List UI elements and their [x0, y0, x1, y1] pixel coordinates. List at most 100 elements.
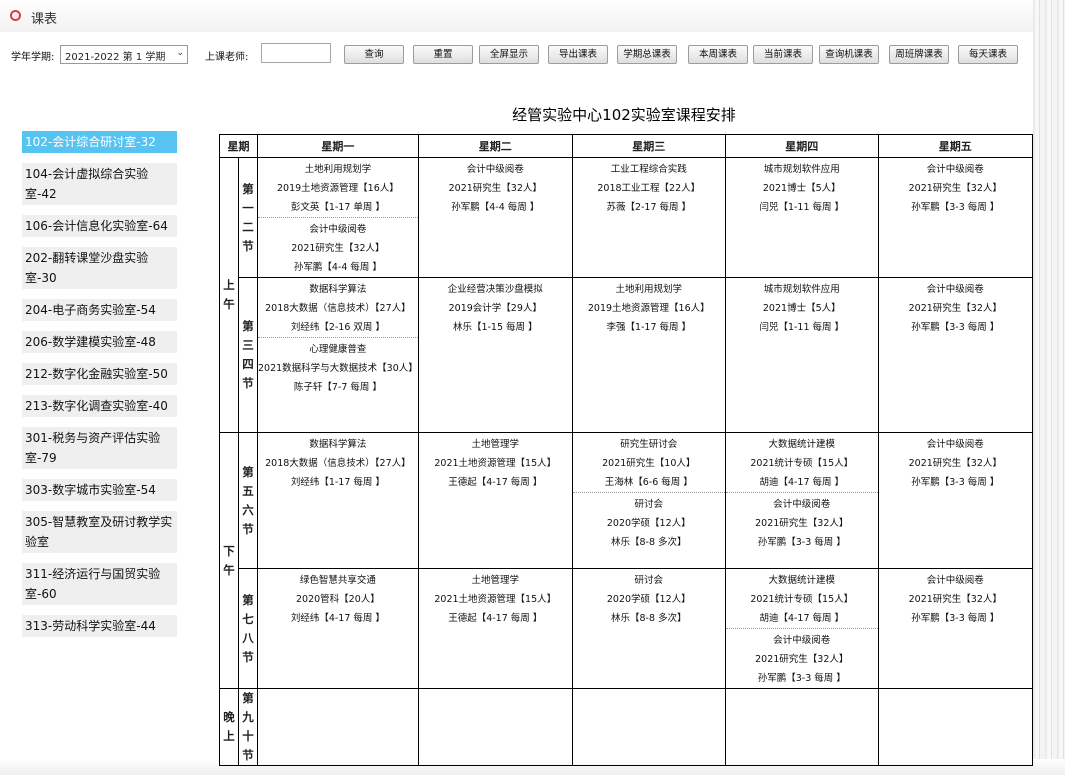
schedule-cell[interactable]: 企业经营决策沙盘模拟 2019会计学【29人】 林乐【1-15 每周 】 — [417, 277, 573, 433]
course-entry[interactable]: 会计中级阅卷 2021研究生【32人】 孙军鹏【4-4 每周 】 — [419, 158, 572, 217]
schedule-cell[interactable]: 土地利用规划学 2019土地资源管理【16人】 彭文英【1-17 单周 】会计中级阅… — [257, 157, 419, 278]
course-line: 孙军鹏【3-3 每周 】 — [911, 322, 1000, 333]
reset-button[interactable]: 重置 — [413, 45, 473, 64]
course-line: 2021统计专硕【15人】 — [750, 458, 854, 469]
course-line: 2021研究生【32人】 — [908, 303, 1002, 314]
sidebar-item-room[interactable]: 104-会计虚拟综合实验室-42 — [22, 163, 177, 205]
course-entry[interactable]: 研究生研讨会 2021研究生【10人】 王海林【6-6 每周 】 — [573, 433, 725, 492]
kiosk-schedule-button[interactable]: 查询机课表 — [819, 45, 879, 64]
schedule-cell[interactable] — [877, 688, 1033, 766]
export-schedule-button[interactable]: 导出课表 — [548, 45, 608, 64]
daily-schedule-button[interactable]: 每天课表 — [958, 45, 1018, 64]
query-button[interactable]: 查询 — [344, 45, 404, 64]
course-entry[interactable]: 土地利用规划学 2019土地资源管理【16人】 李强【1-17 每周 】 — [573, 278, 725, 337]
course-line: 土地管理学 — [471, 575, 520, 586]
week-schedule-button[interactable]: 本周课表 — [688, 45, 748, 64]
course-line: 数据科学算法 — [309, 284, 367, 295]
term-schedule-button[interactable]: 学期总课表 — [617, 45, 677, 64]
course-entry[interactable]: 企业经营决策沙盘模拟 2019会计学【29人】 林乐【1-15 每周 】 — [419, 278, 572, 337]
schedule-cell[interactable]: 数据科学算法 2018大数据（信息技术）【27人】 刘经纬【2-16 双周 】心理健… — [257, 277, 419, 433]
sidebar-item-room[interactable]: 202-翻转课堂沙盘实验室-30 — [22, 247, 177, 289]
current-schedule-button[interactable]: 当前课表 — [753, 45, 813, 64]
schedule-cell[interactable]: 会计中级阅卷 2021研究生【32人】 孙军鹏【3-3 每周 】 — [877, 568, 1033, 689]
course-entry[interactable]: 会计中级阅卷 2021研究生【32人】 孙军鹏【3-3 每周 】 — [725, 628, 878, 688]
schedule-cell[interactable]: 会计中级阅卷 2021研究生【32人】 孙军鹏【3-3 每周 】 — [877, 432, 1033, 569]
course-entry[interactable]: 绿色智慧共享交通 2020管科【20人】 刘经纬【4-17 每周 】 — [258, 569, 418, 628]
teacher-input[interactable] — [261, 43, 331, 63]
sidebar-item-room[interactable]: 213-数字化调查实验室-40 — [22, 395, 177, 417]
course-line: 王海林【6-6 每周 】 — [604, 477, 693, 488]
course-line: 2021博士【5人】 — [762, 183, 841, 194]
schedule-cell[interactable]: 会计中级阅卷 2021研究生【32人】 孙军鹏【4-4 每周 】 — [417, 157, 573, 278]
sidebar-item-room[interactable]: 206-数学建模实验室-48 — [22, 331, 177, 353]
course-line: 2021数据科学与大数据技术【30人】 — [258, 363, 418, 374]
course-entry[interactable]: 会计中级阅卷 2021研究生【32人】 孙军鹏【3-3 每周 】 — [879, 433, 1032, 492]
sidebar-item-room[interactable]: 106-会计信息化实验室-64 — [22, 215, 177, 237]
schedule-cell[interactable] — [257, 688, 419, 766]
sidebar-item-room[interactable]: 301-税务与资产评估实验室-79 — [22, 427, 177, 469]
class-board-schedule-button[interactable]: 周班牌课表 — [889, 45, 949, 64]
section-label: 第一二节 — [238, 157, 258, 278]
course-entry[interactable]: 会计中级阅卷 2021研究生【32人】 孙军鹏【3-3 每周 】 — [879, 278, 1032, 337]
schedule-cell[interactable] — [571, 688, 726, 766]
course-entry[interactable]: 会计中级阅卷 2021研究生【32人】 孙军鹏【4-4 每周 】 — [258, 217, 418, 277]
schedule-cell[interactable]: 会计中级阅卷 2021研究生【32人】 孙军鹏【3-3 每周 】 — [877, 277, 1033, 433]
section-label: 第三四节 — [238, 277, 258, 433]
course-line: 2021研究生【32人】 — [448, 183, 542, 194]
schedule-header-row: 星期 星期一 星期二 星期三 星期四 星期五 — [219, 134, 1033, 158]
course-entry[interactable]: 心理健康普查 2021数据科学与大数据技术【30人】 陈子轩【7-7 每周 】 — [258, 337, 418, 397]
course-line: 刘经纬【4-17 每周 】 — [290, 613, 385, 624]
course-line: 会计中级阅卷 — [773, 635, 831, 646]
course-entry[interactable]: 大数据统计建模 2021统计专硕【15人】 胡迪【4-17 每周 】 — [726, 569, 878, 628]
course-line: 会计中级阅卷 — [926, 439, 984, 450]
sidebar-item-room[interactable]: 303-数字城市实验室-54 — [22, 479, 177, 501]
schedule-cell[interactable]: 绿色智慧共享交通 2020管科【20人】 刘经纬【4-17 每周 】 — [257, 568, 419, 689]
term-select[interactable]: 2021-2022 第 1 学期 ⌄ — [60, 45, 188, 64]
sidebar-item-room[interactable]: 102-会计综合研讨室-32 — [22, 131, 177, 153]
schedule-cell[interactable]: 土地利用规划学 2019土地资源管理【16人】 李强【1-17 每周 】 — [571, 277, 726, 433]
schedule-cell[interactable]: 数据科学算法 2018大数据（信息技术）【27人】 刘经纬【1-17 每周 】 — [257, 432, 419, 569]
course-entry[interactable]: 城市规划软件应用 2021博士【5人】 闫兕【1-11 每周 】 — [726, 158, 878, 217]
course-entry[interactable]: 会计中级阅卷 2021研究生【32人】 孙军鹏【3-3 每周 】 — [725, 492, 878, 552]
schedule-cell[interactable]: 城市规划软件应用 2021博士【5人】 闫兕【1-11 每周 】 — [724, 157, 879, 278]
schedule-cell[interactable]: 城市规划软件应用 2021博士【5人】 闫兕【1-11 每周 】 — [724, 277, 879, 433]
course-entry[interactable]: 研讨会 2020学硕【12人】 林乐【8-8 多次】 — [572, 492, 725, 552]
schedule-cell[interactable]: 研讨会 2020学硕【12人】 林乐【8-8 多次】 — [571, 568, 726, 689]
course-entry[interactable]: 会计中级阅卷 2021研究生【32人】 孙军鹏【3-3 每周 】 — [879, 158, 1032, 217]
schedule-table: 星期 星期一 星期二 星期三 星期四 星期五 上午 第一二节 土地利用规划学 20… — [219, 134, 1033, 766]
sidebar-item-room[interactable]: 311-经济运行与国贸实验室-60 — [22, 563, 177, 605]
sidebar-item-room[interactable]: 212-数字化金融实验室-50 — [22, 363, 177, 385]
course-entry[interactable]: 研讨会 2020学硕【12人】 林乐【8-8 多次】 — [573, 569, 725, 628]
course-entry[interactable]: 工业工程综合实践 2018工业工程【22人】 苏薇【2-17 每周 】 — [573, 158, 725, 217]
schedule-cell[interactable]: 研究生研讨会 2021研究生【10人】 王海林【6-6 每周 】研讨会 2020学硕【… — [571, 432, 726, 569]
sidebar-item-room[interactable]: 305-智慧教室及研讨教学实验室 — [22, 511, 177, 553]
course-entry[interactable]: 土地管理学 2021土地资源管理【15人】 王德起【4-17 每周 】 — [419, 433, 572, 492]
course-line: 2021土地资源管理【15人】 — [434, 594, 557, 605]
course-line: 企业经营决策沙盘模拟 — [447, 284, 543, 295]
course-entry[interactable]: 数据科学算法 2018大数据（信息技术）【27人】 刘经纬【1-17 每周 】 — [258, 433, 418, 492]
schedule-cell[interactable]: 会计中级阅卷 2021研究生【32人】 孙军鹏【3-3 每周 】 — [877, 157, 1033, 278]
course-line: 林乐【1-15 每周 】 — [452, 322, 538, 333]
course-entry[interactable]: 数据科学算法 2018大数据（信息技术）【27人】 刘经纬【2-16 双周 】 — [258, 278, 418, 337]
teacher-label: 上课老师: — [205, 52, 249, 63]
schedule-cell[interactable]: 大数据统计建模 2021统计专硕【15人】 胡迪【4-17 每周 】会计中级阅卷 20… — [724, 568, 879, 689]
course-entry[interactable]: 城市规划软件应用 2021博士【5人】 闫兕【1-11 每周 】 — [726, 278, 878, 337]
schedule-cell[interactable]: 土地管理学 2021土地资源管理【15人】 王德起【4-17 每周 】 — [417, 568, 573, 689]
schedule-cell[interactable] — [724, 688, 879, 766]
schedule-cell[interactable]: 大数据统计建模 2021统计专硕【15人】 胡迪【4-17 每周 】会计中级阅卷 20… — [724, 432, 879, 569]
course-line: 闫兕【1-11 每周 】 — [759, 202, 845, 213]
schedule-cell[interactable] — [417, 688, 573, 766]
course-entry[interactable]: 大数据统计建模 2021统计专硕【15人】 胡迪【4-17 每周 】 — [726, 433, 878, 492]
course-line: 2021统计专硕【15人】 — [750, 594, 854, 605]
schedule-cell[interactable]: 工业工程综合实践 2018工业工程【22人】 苏薇【2-17 每周 】 — [571, 157, 726, 278]
sidebar-item-room[interactable]: 313-劳动科学实验室-44 — [22, 615, 177, 637]
course-line: 研究生研讨会 — [620, 439, 678, 450]
course-entry[interactable]: 土地管理学 2021土地资源管理【15人】 王德起【4-17 每周 】 — [419, 569, 572, 628]
fullscreen-button[interactable]: 全屏显示 — [479, 45, 539, 64]
course-line: 2018工业工程【22人】 — [597, 183, 701, 194]
schedule-cell[interactable]: 土地管理学 2021土地资源管理【15人】 王德起【4-17 每周 】 — [417, 432, 573, 569]
course-line: 会计中级阅卷 — [926, 164, 984, 175]
sidebar-item-room[interactable]: 204-电子商务实验室-54 — [22, 299, 177, 321]
course-entry[interactable]: 土地利用规划学 2019土地资源管理【16人】 彭文英【1-17 单周 】 — [258, 158, 418, 217]
course-entry[interactable]: 会计中级阅卷 2021研究生【32人】 孙军鹏【3-3 每周 】 — [879, 569, 1032, 628]
